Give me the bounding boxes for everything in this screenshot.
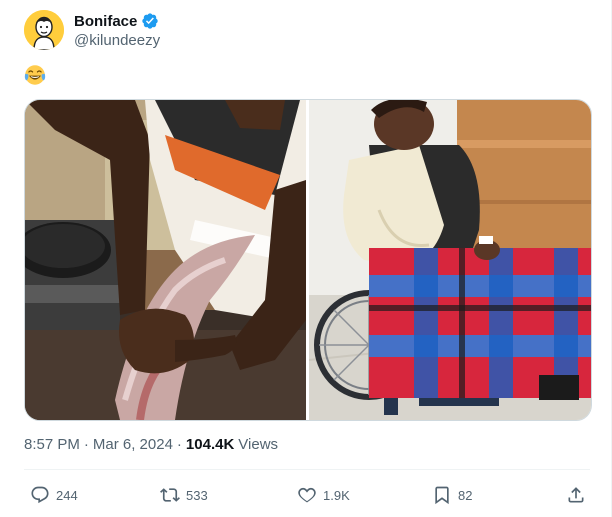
- photo-woman-in-wheelchair[interactable]: [309, 100, 591, 420]
- retweet-button[interactable]: 533: [160, 483, 208, 507]
- face-with-tears-of-joy-icon: [24, 65, 46, 85]
- reply-button[interactable]: 244: [30, 483, 78, 507]
- like-count: 1.9K: [323, 487, 350, 503]
- share-button[interactable]: [566, 483, 586, 507]
- bookmark-icon: [435, 486, 449, 505]
- author-name[interactable]: Boniface: [74, 13, 137, 30]
- author-name-row[interactable]: Boniface: [74, 12, 159, 30]
- reply-count: 244: [56, 487, 78, 503]
- reply-icon: [31, 486, 49, 504]
- avatar-cartoon-face-icon: [24, 10, 64, 50]
- photo-man-cleaning-fish[interactable]: [25, 100, 306, 420]
- meta-separator-2: ·: [176, 436, 182, 453]
- verified-badge-icon: [142, 13, 159, 29]
- views-count: 104.4K: [185, 436, 235, 453]
- avatar[interactable]: [24, 10, 64, 50]
- tweet-text: [24, 64, 46, 86]
- tweet-time[interactable]: 8:57 PM: [24, 436, 80, 453]
- share-icon: [568, 487, 584, 503]
- author-handle[interactable]: @kilundeezy: [74, 32, 160, 49]
- retweet-icon: [160, 488, 180, 502]
- bookmark-button[interactable]: 82: [432, 483, 472, 507]
- tweet-meta: 8:57 PM · Mar 6, 2024 · 104.4K Views: [24, 436, 278, 453]
- like-button[interactable]: 1.9K: [297, 483, 350, 507]
- retweet-count: 533: [186, 487, 208, 503]
- divider: [24, 469, 590, 470]
- media-grid: [24, 99, 592, 421]
- tweet-date[interactable]: Mar 6, 2024: [93, 436, 173, 453]
- bookmark-count: 82: [458, 487, 473, 503]
- heart-icon: [298, 487, 316, 503]
- views-label: Views: [238, 436, 279, 453]
- tweet-card: Boniface @kilundeezy 8:57 PM · Mar 6, 20…: [0, 0, 612, 517]
- meta-separator: ·: [83, 436, 89, 453]
